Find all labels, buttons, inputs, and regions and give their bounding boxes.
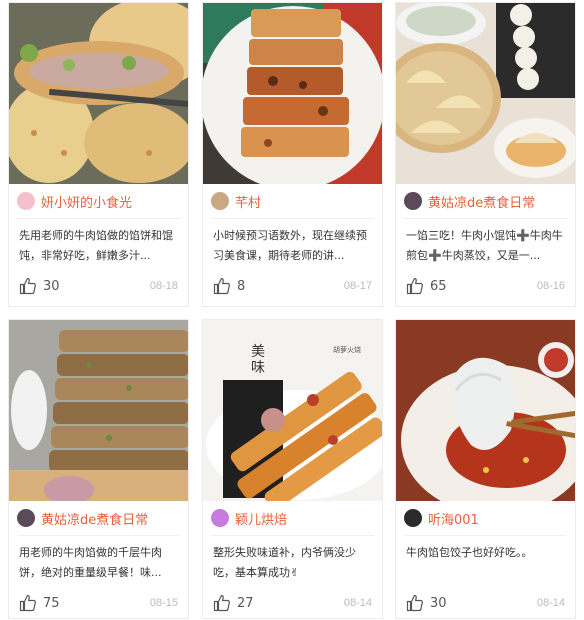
thumbs-up-icon bbox=[406, 594, 423, 612]
like-count: 65 bbox=[430, 278, 447, 294]
post-date: 08-14 bbox=[343, 597, 372, 609]
author-row[interactable]: 妍小妍的小食光 bbox=[9, 184, 188, 218]
author-row[interactable]: 黄姑凉de煮食日常 bbox=[9, 501, 188, 535]
author-name[interactable]: 黄姑凉de煮食日常 bbox=[428, 192, 535, 211]
author-avatar[interactable] bbox=[404, 509, 422, 527]
thumbs-up-icon bbox=[19, 277, 36, 295]
author-row[interactable]: 颖儿烘焙 bbox=[203, 501, 382, 535]
feed-card[interactable]: 黄姑凉de煮食日常 用老师的牛肉馅做的千层牛肉饼，绝对的重量级早餐！味... 7… bbox=[8, 319, 189, 619]
thumbs-up-icon bbox=[19, 594, 36, 612]
thumbs-up-icon bbox=[213, 277, 230, 295]
card-footer: 8 08-17 bbox=[203, 266, 382, 306]
card-photo[interactable] bbox=[396, 320, 575, 501]
card-description: 用老师的牛肉馅做的千层牛肉饼，绝对的重量级早餐！味... bbox=[19, 546, 162, 579]
card-photo[interactable]: 美 味 胡萝火烧 bbox=[203, 320, 382, 501]
feed-card[interactable]: 黄姑凉de煮食日常 一馅三吃！牛肉小馄饨➕牛肉牛煎包➕牛肉蒸饺，又是一... 6… bbox=[395, 2, 576, 307]
author-name[interactable]: 颖儿烘焙 bbox=[235, 509, 287, 528]
post-date: 08-15 bbox=[149, 597, 178, 609]
card-photo[interactable] bbox=[9, 320, 188, 501]
like-button[interactable]: 30 bbox=[406, 594, 447, 612]
card-description: 整形失败味道补，内爷俩没少吃，基本算成功✌ bbox=[213, 546, 356, 579]
like-button[interactable]: 8 bbox=[213, 277, 245, 295]
author-name[interactable]: 黄姑凉de煮食日常 bbox=[41, 509, 148, 528]
card-photo[interactable] bbox=[9, 3, 188, 184]
author-name[interactable]: 芊村 bbox=[235, 192, 261, 211]
feed-card[interactable]: 听海001 牛肉馅包饺子也好好吃。。 30 08-14 bbox=[395, 319, 576, 619]
card-photo[interactable] bbox=[203, 3, 382, 184]
card-description: 一馅三吃！牛肉小馄饨➕牛肉牛煎包➕牛肉蒸饺，又是一... bbox=[406, 229, 563, 262]
photo-caption: 胡萝火烧 bbox=[333, 345, 361, 354]
author-avatar[interactable] bbox=[211, 192, 229, 210]
card-description: 牛肉馅包饺子也好好吃。。 bbox=[406, 546, 533, 559]
card-footer: 75 08-15 bbox=[9, 583, 188, 618]
author-avatar[interactable] bbox=[17, 509, 35, 527]
card-footer: 30 08-14 bbox=[396, 583, 575, 618]
post-date: 08-17 bbox=[343, 280, 372, 292]
photo-title-b: 味 bbox=[251, 360, 265, 376]
post-date: 08-14 bbox=[536, 597, 565, 609]
photo-title-a: 美 bbox=[251, 344, 265, 360]
recipe-feed-grid: 妍小妍的小食光 先用老师的牛肉馅做的馅饼和馄饨，非常好吃，鲜嫩多汁... 30 … bbox=[0, 0, 584, 620]
feed-card[interactable]: 妍小妍的小食光 先用老师的牛肉馅做的馅饼和馄饨，非常好吃，鲜嫩多汁... 30 … bbox=[8, 2, 189, 307]
feed-card[interactable]: 美 味 胡萝火烧 颖儿烘焙 整形失败味道补，内爷俩没少吃，基本算成功✌ 27 0… bbox=[202, 319, 383, 619]
author-row[interactable]: 芊村 bbox=[203, 184, 382, 218]
card-footer: 30 08-18 bbox=[9, 266, 188, 306]
card-description: 小时候预习语数外，现在继续预习美食课，期待老师的讲... bbox=[213, 229, 367, 262]
like-button[interactable]: 27 bbox=[213, 594, 254, 612]
author-avatar[interactable] bbox=[404, 192, 422, 210]
like-count: 30 bbox=[430, 595, 447, 611]
card-footer: 65 08-16 bbox=[396, 266, 575, 306]
author-name[interactable]: 听海001 bbox=[428, 509, 479, 528]
card-footer: 27 08-14 bbox=[203, 583, 382, 618]
card-photo[interactable] bbox=[396, 3, 575, 184]
feed-card[interactable]: 芊村 小时候预习语数外，现在继续预习美食课，期待老师的讲... 8 08-17 bbox=[202, 2, 383, 307]
like-count: 8 bbox=[237, 278, 246, 294]
card-description: 先用老师的牛肉馅做的馅饼和馄饨，非常好吃，鲜嫩多汁... bbox=[19, 229, 173, 262]
author-name[interactable]: 妍小妍的小食光 bbox=[41, 192, 132, 211]
like-button[interactable]: 30 bbox=[19, 277, 60, 295]
thumbs-up-icon bbox=[406, 277, 423, 295]
like-count: 27 bbox=[237, 595, 254, 611]
like-count: 30 bbox=[43, 278, 60, 294]
post-date: 08-16 bbox=[536, 280, 565, 292]
post-date: 08-18 bbox=[149, 280, 178, 292]
like-count: 75 bbox=[43, 595, 60, 611]
author-row[interactable]: 听海001 bbox=[396, 501, 575, 535]
like-button[interactable]: 65 bbox=[406, 277, 447, 295]
author-avatar[interactable] bbox=[17, 192, 35, 210]
thumbs-up-icon bbox=[213, 594, 230, 612]
author-avatar[interactable] bbox=[211, 509, 229, 527]
like-button[interactable]: 75 bbox=[19, 594, 60, 612]
author-row[interactable]: 黄姑凉de煮食日常 bbox=[396, 184, 575, 218]
